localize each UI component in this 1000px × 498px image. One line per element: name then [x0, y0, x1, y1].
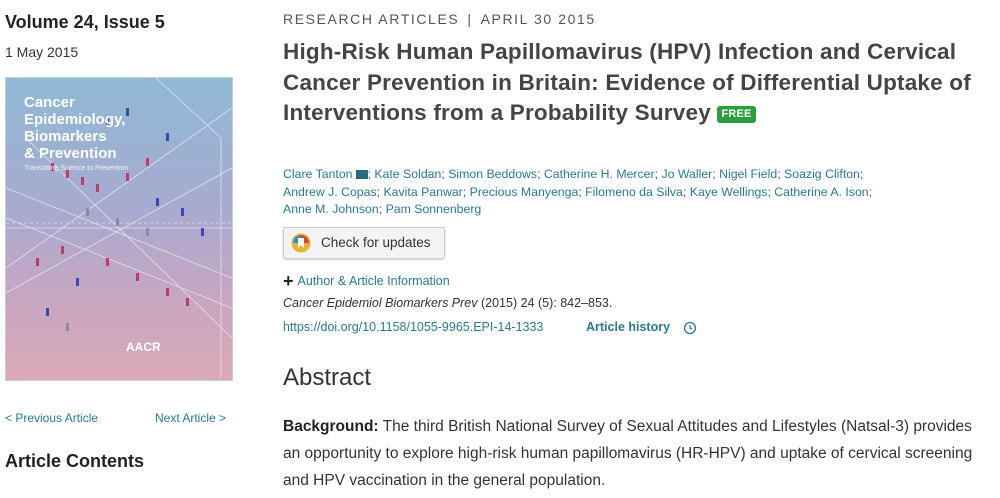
citation: Cancer Epidemiol Biomarkers Prev (2015) …: [283, 296, 612, 310]
article-contents-heading: Article Contents: [5, 451, 145, 471]
cover-title: Cancer Epidemiology, Biomarkers & Preven…: [24, 94, 126, 162]
author-link[interactable]: Kavita Panwar: [383, 185, 462, 199]
article-history-link[interactable]: Article history: [586, 320, 670, 334]
email-icon[interactable]: [355, 170, 368, 179]
abstract-heading: Abstract: [283, 364, 372, 391]
next-article-link[interactable]: Next Article >: [155, 411, 226, 425]
journal-cover-image[interactable]: Cancer Epidemiology, Biomarkers & Preven…: [5, 77, 233, 381]
abstract-section-label: Background:: [283, 418, 379, 435]
kicker-separator: |: [467, 11, 473, 27]
author-link[interactable]: Precious Manyenga: [470, 185, 579, 199]
citation-journal: Cancer Epidemiol Biomarkers Prev: [283, 296, 478, 310]
author-list: Clare Tanton; Kate Soldan; Simon Beddows…: [283, 167, 873, 216]
aacr-logo: AACR: [126, 340, 161, 354]
crossmark-icon: [291, 233, 311, 253]
article-kicker: RESEARCH ARTICLES | APRIL 30 2015: [283, 11, 596, 27]
author-link[interactable]: Soazig Clifton: [784, 167, 860, 181]
author-link[interactable]: Jo Waller: [661, 167, 712, 181]
author-link[interactable]: Clare Tanton: [283, 167, 353, 181]
author-link[interactable]: Andrew J. Copas: [283, 185, 377, 199]
author-link[interactable]: Catherine H. Mercer: [544, 167, 655, 181]
issue-title[interactable]: Volume 24, Issue 5: [5, 12, 165, 33]
author-link[interactable]: Nigel Field: [719, 167, 777, 181]
citation-details: (2015) 24 (5): 842–853.: [477, 296, 613, 310]
author-article-info-label: Author & Article Information: [297, 274, 450, 288]
abstract-text: The third British National Survey of Sex…: [283, 418, 973, 489]
author-link[interactable]: Anne M. Johnson: [283, 202, 379, 216]
previous-article-link[interactable]: < Previous Article: [5, 411, 98, 425]
article-date: APRIL 30 2015: [480, 11, 596, 27]
free-badge: FREE: [717, 106, 756, 123]
issue-date: 1 May 2015: [5, 44, 79, 60]
abstract-paragraph: Background: The third British National S…: [283, 413, 983, 494]
doi-link[interactable]: https://doi.org/10.1158/1055-9965.EPI-14…: [283, 320, 543, 334]
check-for-updates-label: Check for updates: [321, 235, 431, 250]
author-link[interactable]: Kaye Wellings: [690, 185, 768, 199]
author-link[interactable]: Pam Sonnenberg: [386, 202, 482, 216]
plus-icon: +: [283, 271, 294, 291]
history-clock-icon[interactable]: [683, 321, 697, 335]
article-type: RESEARCH ARTICLES: [283, 11, 460, 27]
author-link[interactable]: Kate Soldan: [374, 167, 441, 181]
author-link[interactable]: Simon Beddows: [448, 167, 537, 181]
article-title: High-Risk Human Papillomavirus (HPV) Inf…: [283, 37, 983, 129]
author-article-info-toggle[interactable]: + Author & Article Information: [283, 271, 450, 292]
author-link[interactable]: Filomeno da Silva: [585, 185, 683, 199]
cover-subtitle: Translating Science to Prevention: [24, 165, 129, 172]
check-for-updates-button[interactable]: Check for updates: [283, 227, 445, 259]
article-title-text: High-Risk Human Papillomavirus (HPV) Inf…: [283, 39, 971, 125]
author-link[interactable]: Catherine A. Ison: [774, 185, 868, 199]
